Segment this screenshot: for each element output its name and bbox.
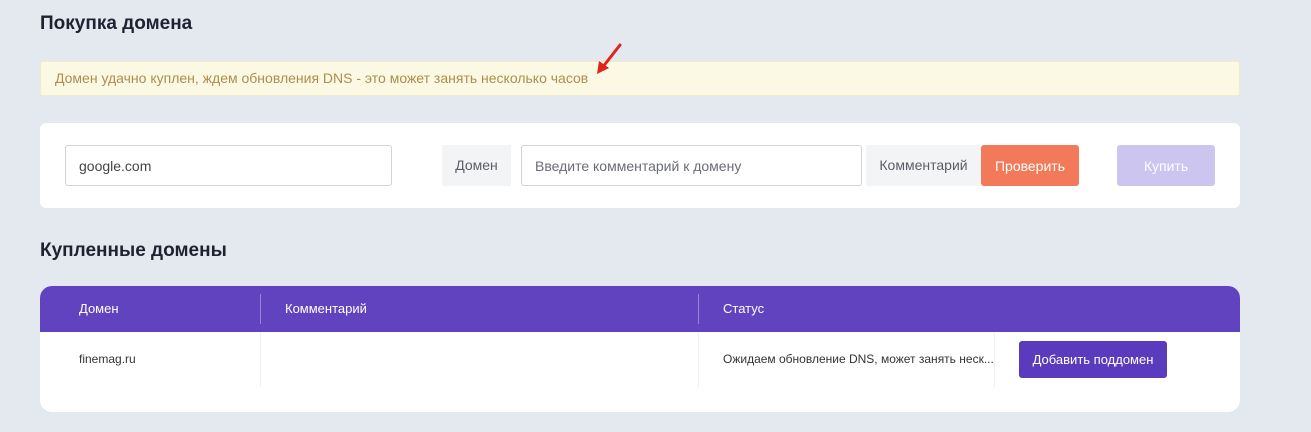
domain-addon-label: Домен [442,145,511,186]
column-header-domain: Домен [79,301,119,316]
comment-addon-label: Комментарий [866,145,981,186]
cell-divider [260,332,261,387]
column-divider [698,294,699,324]
bought-domains-title: Купленные домены [40,240,227,261]
buy-button[interactable]: Купить [1117,145,1215,186]
domains-table: Домен Комментарий Статус finemag.ru Ожид… [40,286,1240,412]
column-header-comment: Комментарий [285,301,367,316]
cell-divider [994,332,995,387]
column-header-status: Статус [723,301,765,316]
row-domain-cell: finemag.ru [79,352,136,366]
cell-divider [698,332,699,387]
table-header: Домен Комментарий Статус [40,286,1240,332]
success-alert: Домен удачно куплен, ждем обновления DNS… [40,61,1240,96]
check-button[interactable]: Проверить [981,145,1079,186]
row-status-cell: Ожидаем обновление DNS, может занять нес… [723,352,993,366]
add-subdomain-button[interactable]: Добавить поддомен [1019,341,1167,378]
column-divider [260,294,261,324]
row-comment-cell [285,332,685,387]
purchase-section-title: Покупка домена [40,13,193,34]
comment-input[interactable] [521,145,862,186]
annotation-arrow-icon [597,43,622,74]
domain-input[interactable] [65,145,392,186]
